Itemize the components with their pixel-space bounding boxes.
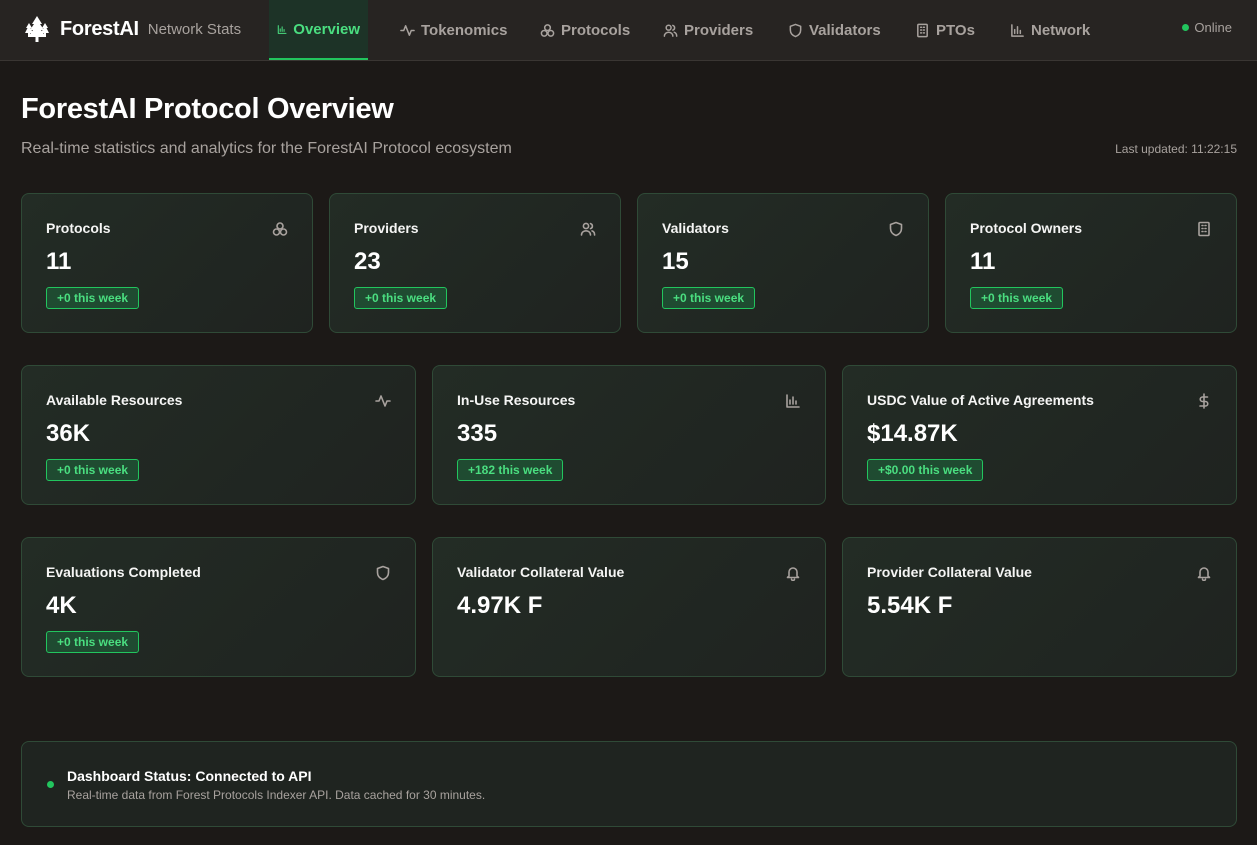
brand[interactable]: ForestAI Network Stats: [24, 14, 241, 44]
stat-card-providers: Providers 23 +0 this week: [329, 193, 621, 333]
stat-title: Protocol Owners: [970, 220, 1083, 236]
tree-logo-icon: [25, 16, 49, 42]
stat-title: Protocols: [46, 220, 111, 236]
stat-value: 23: [354, 248, 381, 275]
cubes-icon: [272, 222, 288, 236]
users-icon: [580, 222, 596, 236]
tab-ptos[interactable]: PTOs: [915, 0, 975, 60]
stat-value: 4K: [46, 592, 77, 619]
stat-card-validators: Validators 15 +0 this week: [637, 193, 929, 333]
bell-icon: [1197, 567, 1211, 581]
stat-change-badge: +0 this week: [970, 287, 1064, 309]
tab-label: Tokenomics: [421, 21, 508, 39]
stat-title: USDC Value of Active Agreements: [867, 392, 1094, 408]
stat-title: Providers: [354, 220, 419, 236]
tab-overview[interactable]: Overview: [269, 0, 368, 60]
brand-name: ForestAI: [60, 17, 139, 40]
tab-validators[interactable]: Validators: [788, 0, 881, 60]
stat-title: Provider Collateral Value: [867, 564, 1032, 580]
shield-icon: [376, 565, 390, 581]
tab-protocols[interactable]: Protocols: [540, 0, 630, 60]
bar-chart-icon: [1011, 23, 1024, 37]
stat-value: 36K: [46, 420, 91, 447]
page-subtitle: Real-time statistics and analytics for t…: [21, 140, 512, 157]
stat-card-usdc-active-agreements: USDC Value of Active Agreements $14.87K …: [842, 365, 1237, 505]
status-dot-icon: [1182, 24, 1190, 31]
stat-card-protocol-owners: Protocol Owners 11 +0 this week: [945, 193, 1237, 333]
dashboard-status-panel: Dashboard Status: Connected to API Real-…: [21, 741, 1237, 827]
stat-value: $14.87K: [867, 420, 958, 447]
stat-value: 4.97K F: [457, 592, 543, 619]
stat-value: 11: [970, 248, 996, 275]
stat-card-validator-collateral: Validator Collateral Value 4.97K F: [432, 537, 826, 677]
activity-icon: [375, 395, 391, 407]
stat-value: 15: [662, 248, 689, 275]
dollar-icon: [1199, 393, 1209, 409]
dashboard-status-title: Dashboard Status: Connected to API: [67, 768, 312, 784]
building-icon: [1198, 221, 1210, 237]
status-label: Online: [1194, 20, 1232, 35]
tab-label: Validators: [809, 21, 881, 39]
stat-change-badge: +0 this week: [46, 631, 140, 653]
bar-chart-icon: [786, 394, 800, 408]
last-updated: Last updated: 11:22:15: [1115, 142, 1237, 156]
tab-network[interactable]: Network: [1010, 0, 1090, 60]
stat-card-protocols: Protocols 11 +0 this week: [21, 193, 313, 333]
stat-title: Validator Collateral Value: [457, 564, 625, 580]
tab-label: Overview: [293, 20, 360, 38]
connection-status: Online: [1182, 20, 1232, 35]
stat-title: Validators: [662, 220, 729, 236]
stat-change-badge: +0 this week: [662, 287, 756, 309]
cubes-icon: [540, 23, 555, 37]
shield-icon: [889, 221, 903, 237]
stat-change-badge: +$0.00 this week: [867, 459, 984, 481]
stat-value: 5.54K F: [867, 592, 953, 619]
page-title: ForestAI Protocol Overview: [21, 93, 394, 125]
stat-title: In-Use Resources: [457, 392, 576, 408]
bar-chart-icon: [277, 24, 287, 34]
tab-providers[interactable]: Providers: [663, 0, 753, 60]
stat-card-evaluations-completed: Evaluations Completed 4K +0 this week: [21, 537, 416, 677]
stat-change-badge: +0 this week: [46, 459, 140, 481]
stat-card-in-use-resources: In-Use Resources 335 +182 this week: [432, 365, 826, 505]
stat-change-badge: +0 this week: [354, 287, 448, 309]
stat-change-badge: +0 this week: [46, 287, 140, 309]
activity-icon: [400, 24, 415, 36]
stat-change-badge: +182 this week: [457, 459, 564, 481]
status-dot-icon: [47, 781, 54, 788]
stat-card-provider-collateral: Provider Collateral Value 5.54K F: [842, 537, 1237, 677]
tab-label: Protocols: [561, 21, 631, 39]
tab-tokenomics[interactable]: Tokenomics: [400, 0, 507, 60]
top-nav: ForestAI Network Stats Overview Tokenomi…: [0, 0, 1257, 61]
users-icon: [663, 24, 678, 37]
brand-subtitle: Network Stats: [147, 20, 242, 38]
stat-title: Evaluations Completed: [46, 564, 201, 580]
dashboard-status-description: Real-time data from Forest Protocols Ind…: [67, 788, 486, 802]
tab-label: PTOs: [936, 21, 975, 39]
stat-value: 11: [46, 248, 72, 275]
tab-label: Network: [1031, 21, 1091, 39]
shield-icon: [789, 23, 802, 37]
building-icon: [917, 23, 928, 37]
bell-icon: [786, 567, 800, 581]
tab-label: Providers: [684, 21, 754, 39]
stat-card-available-resources: Available Resources 36K +0 this week: [21, 365, 416, 505]
stat-title: Available Resources: [46, 392, 183, 408]
stat-value: 335: [457, 420, 498, 447]
